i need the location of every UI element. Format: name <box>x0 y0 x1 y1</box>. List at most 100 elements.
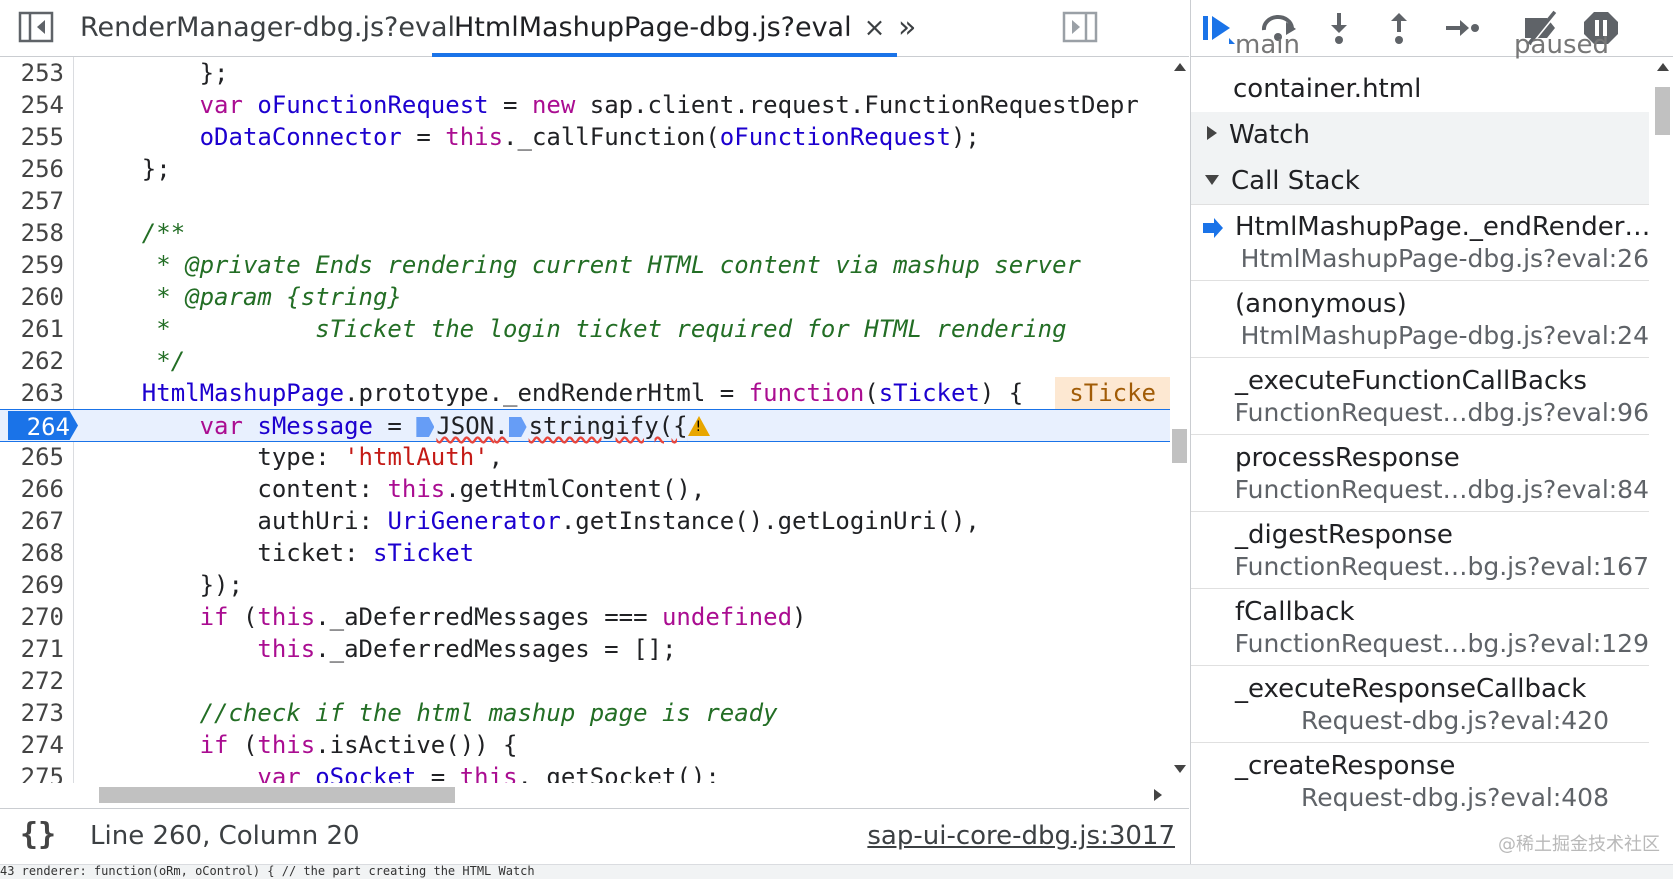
call-frame[interactable]: _createResponse Request-dbg.js?eval:408 <box>1191 743 1649 819</box>
line-number[interactable]: 265 <box>0 441 64 473</box>
code-comment: */ <box>84 347 186 375</box>
code-line: 275 var oSocket = this._getSocket(); <box>0 761 1170 783</box>
code-line: 258 /** <box>0 217 1170 249</box>
tab-overflow-button[interactable]: » <box>898 10 916 45</box>
scroll-up-icon[interactable] <box>1657 63 1669 71</box>
warning-icon[interactable] <box>687 416 710 436</box>
code-comment: * @param {string} <box>84 283 402 311</box>
line-number[interactable]: 268 <box>0 537 64 569</box>
tab-rendermanager[interactable]: RenderManager-dbg.js?eval <box>80 0 455 56</box>
call-frame[interactable]: processResponse FunctionRequest…dbg.js?e… <box>1191 435 1649 512</box>
scrollbar-thumb[interactable] <box>99 787 455 803</box>
frame-location[interactable]: FunctionRequest…bg.js?eval:129 <box>1235 629 1649 658</box>
frame-location[interactable]: HtmlMashupPage-dbg.js?eval:26 <box>1241 244 1649 273</box>
code-line: 259 * @private Ends rendering current HT… <box>0 249 1170 281</box>
call-frame[interactable]: _executeFunctionCallBacks FunctionReques… <box>1191 358 1649 435</box>
line-number[interactable]: 263 <box>0 377 64 409</box>
code-line: 274 if (this.isActive()) { <box>0 729 1170 761</box>
line-number[interactable]: 273 <box>0 697 64 729</box>
line-number[interactable]: 261 <box>0 313 64 345</box>
line-number[interactable]: 275 <box>0 761 64 783</box>
scrollbar-thumb[interactable] <box>1655 87 1670 135</box>
scroll-down-icon[interactable] <box>1174 765 1186 773</box>
close-tab-icon[interactable]: × <box>864 13 886 43</box>
toggle-debugger-icon[interactable] <box>1062 10 1098 44</box>
source-map-link[interactable]: sap-ui-core-dbg.js:3017 <box>867 821 1175 851</box>
code-line: 266 content: this.getHtmlContent(), <box>0 473 1170 505</box>
line-number[interactable]: 255 <box>0 121 64 153</box>
expand-arrow-icon <box>1207 126 1217 140</box>
call-frame[interactable]: (anonymous) HtmlMashupPage-dbg.js?eval:2… <box>1191 281 1649 358</box>
line-number[interactable]: 256 <box>0 153 64 185</box>
thread-item[interactable]: container.html <box>1191 66 1649 113</box>
code-line: 263 HtmlMashupPage.prototype._endRenderH… <box>0 377 1170 409</box>
tab-htmlmashuppage[interactable]: HtmlMashupPage-dbg.js?eval × <box>431 0 898 57</box>
code-text: if (this._aDeferredMessages === undefine… <box>199 603 807 631</box>
code-text: oDataConnector = this._callFunction(oFun… <box>199 123 980 151</box>
code-text: ticket: sTicket <box>84 539 475 567</box>
section-title: Watch <box>1229 120 1310 150</box>
line-number[interactable]: 269 <box>0 569 64 601</box>
current-execution-line: 264 var sMessage = JSON. stringify({ <box>0 409 1170 442</box>
frame-location[interactable]: HtmlMashupPage-dbg.js?eval:24 <box>1241 321 1649 350</box>
scroll-up-icon[interactable] <box>1174 63 1186 71</box>
frame-location[interactable]: FunctionRequest…bg.js?eval:167 <box>1235 552 1649 581</box>
code-line: 268 ticket: sTicket <box>0 537 1170 569</box>
line-number[interactable]: 270 <box>0 601 64 633</box>
line-number[interactable]: 258 <box>0 217 64 249</box>
debugger-sidebar: main paused container.html Watch Call St… <box>1190 0 1673 864</box>
code-text: var sMessage = JSON. stringify({ <box>84 410 710 442</box>
line-number[interactable]: 266 <box>0 473 64 505</box>
call-frame[interactable]: _executeResponseCallback Request-dbg.js?… <box>1191 666 1649 743</box>
line-number[interactable]: 271 <box>0 633 64 665</box>
toggle-navigator-icon[interactable] <box>18 10 54 44</box>
line-number[interactable]: 274 <box>0 729 64 761</box>
line-number[interactable]: 257 <box>0 185 64 217</box>
code-line: 262 */ <box>0 345 1170 377</box>
line-number[interactable]: 253 <box>0 57 64 89</box>
sidebar-scrollbar[interactable] <box>1651 57 1673 864</box>
frame-function: _digestResponse <box>1235 520 1453 550</box>
code-text: var oSocket = this._getSocket(); <box>257 763 720 783</box>
call-frame[interactable]: fCallback FunctionRequest…bg.js?eval:129 <box>1191 589 1649 666</box>
code-text: }; <box>84 59 229 87</box>
code-line: 271 this._aDeferredMessages = []; <box>0 633 1170 665</box>
frame-location[interactable]: FunctionRequest…dbg.js?eval:84 <box>1235 475 1649 504</box>
code-editor[interactable]: 253 }; 254 var oFunctionRequest = new sa… <box>0 57 1170 783</box>
line-number[interactable]: 262 <box>0 345 64 377</box>
line-number[interactable]: 254 <box>0 89 64 121</box>
watch-section-header[interactable]: Watch <box>1191 112 1649 159</box>
line-number[interactable]: 272 <box>0 665 64 697</box>
frame-function: _executeFunctionCallBacks <box>1235 366 1587 396</box>
call-frame-current[interactable]: HtmlMashupPage._endRender… HtmlMashupPag… <box>1191 204 1650 281</box>
code-line: 255 oDataConnector = this._callFunction(… <box>0 121 1170 153</box>
frame-location[interactable]: Request-dbg.js?eval:420 <box>1301 706 1609 735</box>
code-comment: //check if the html mashup page is ready <box>84 699 778 727</box>
tab-label: HtmlMashupPage-dbg.js?eval <box>454 12 852 43</box>
scope-partial-row: main paused <box>1191 36 1649 60</box>
tab-label: RenderManager-dbg.js?eval <box>80 12 456 43</box>
editor-horizontal-scrollbar[interactable] <box>73 783 1170 807</box>
line-number[interactable]: 260 <box>0 281 64 313</box>
thread-status: paused <box>1514 36 1609 60</box>
code-line: 253 }; <box>0 57 1170 89</box>
editor-tab-bar: RenderManager-dbg.js?eval HtmlMashupPage… <box>0 0 1189 57</box>
frame-location[interactable]: Request-dbg.js?eval:408 <box>1301 783 1609 812</box>
editor-vertical-scrollbar[interactable] <box>1170 57 1189 783</box>
scrollbar-thumb[interactable] <box>1172 429 1187 463</box>
call-frame[interactable]: _digestResponse FunctionRequest…bg.js?ev… <box>1191 512 1649 589</box>
frame-location[interactable]: FunctionRequest…dbg.js?eval:96 <box>1235 398 1649 427</box>
inline-breakpoint-icon[interactable] <box>416 417 435 437</box>
breakpoint-marker[interactable]: 264 <box>8 411 78 440</box>
watermark-text: @稀土掘金技术社区 <box>1498 834 1660 855</box>
inline-breakpoint-icon[interactable] <box>508 417 527 437</box>
code-line: 256 }; <box>0 153 1170 185</box>
line-number[interactable]: 267 <box>0 505 64 537</box>
thread-label: container.html <box>1233 74 1422 104</box>
pretty-print-icon[interactable]: {} <box>20 817 56 852</box>
frame-function: fCallback <box>1235 597 1355 627</box>
call-stack-section-header[interactable]: Call Stack <box>1191 158 1649 205</box>
thread-name: main <box>1235 36 1300 60</box>
scroll-right-icon[interactable] <box>1154 789 1162 801</box>
line-number[interactable]: 259 <box>0 249 64 281</box>
